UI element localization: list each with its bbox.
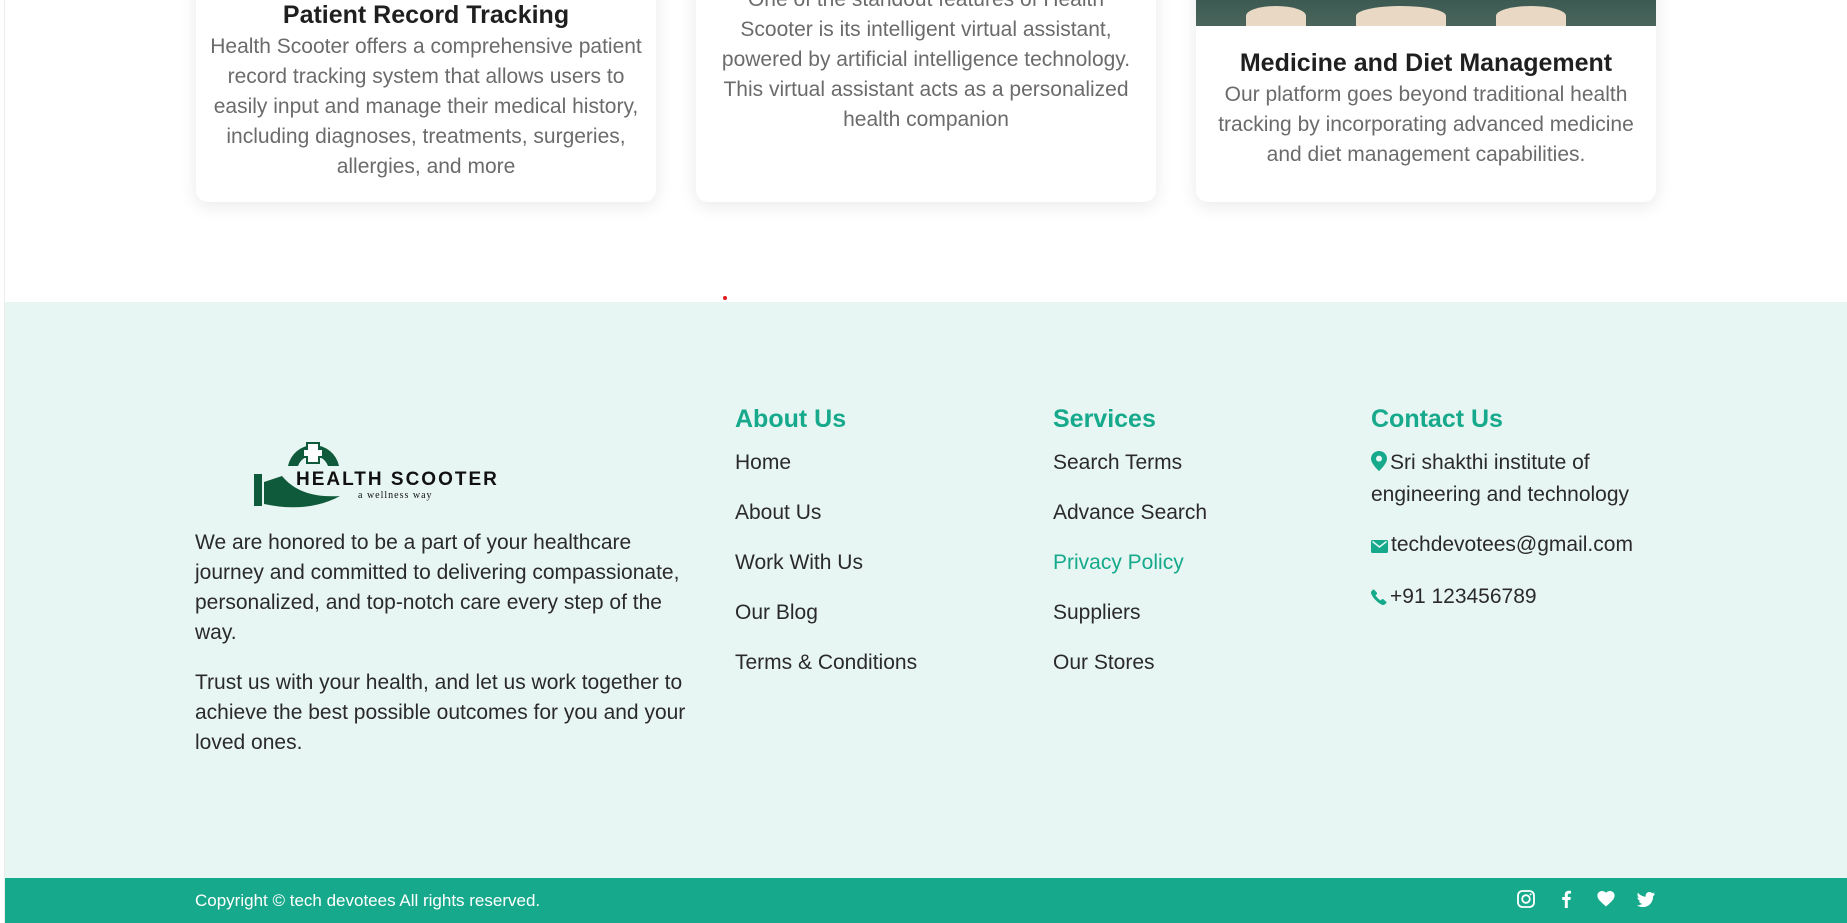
twitter-icon[interactable] (1636, 889, 1656, 909)
footer-link-home[interactable]: Home (735, 448, 917, 478)
contact-phone-text: +91 123456789 (1390, 585, 1537, 608)
feature-card-medicine-diet: Medicine and Diet Management Our platfor… (1196, 0, 1656, 202)
logo-wordmark: HEALTH SCOOTER (296, 469, 499, 490)
contact-email-text: techdevotees@gmail.com (1391, 533, 1633, 556)
footer-services-column: Services Search Terms Advance Search Pri… (1053, 402, 1207, 698)
facebook-icon[interactable] (1556, 889, 1576, 909)
mail-icon (1371, 532, 1388, 562)
contact-address-text: Sri shakthi institute of engineering and… (1371, 451, 1630, 506)
phone-icon (1370, 584, 1387, 614)
footer-link-our-blog[interactable]: Our Blog (735, 598, 917, 628)
contact-phone[interactable]: +91 123456789 (1370, 582, 1671, 614)
footer-about-us-column: About Us Home About Us Work With Us Our … (735, 402, 917, 698)
heart-icon[interactable] (1596, 889, 1616, 909)
column-title: About Us (735, 405, 847, 433)
footer: HEALTH SCOOTER a wellness way We are hon… (5, 302, 1847, 878)
card-description: Our platform goes beyond traditional hea… (1218, 83, 1634, 166)
footer-link-terms[interactable]: Terms & Conditions (735, 648, 917, 678)
card-image (1196, 0, 1656, 26)
footer-link-search-terms[interactable]: Search Terms (1053, 448, 1207, 478)
page: Patient Record Tracking Health Scooter o… (0, 0, 1847, 923)
copyright-text: Copyright © tech devotees All rights res… (195, 891, 541, 910)
card-title: Medicine and Diet Management (1239, 49, 1613, 77)
health-scooter-logo[interactable]: HEALTH SCOOTER a wellness way (248, 426, 518, 510)
footer-about-text: We are honored to be a part of your heal… (195, 528, 700, 758)
footer-link-our-stores[interactable]: Our Stores (1053, 648, 1207, 678)
red-dot (723, 296, 727, 300)
contact-address: Sri shakthi institute of engineering and… (1371, 448, 1671, 510)
logo-tagline: a wellness way (358, 490, 433, 501)
instagram-icon[interactable] (1516, 889, 1536, 909)
location-pin-icon (1371, 450, 1387, 480)
column-title: Contact Us (1371, 405, 1503, 433)
card-description: Health Scooter offers a comprehensive pa… (210, 35, 642, 178)
about-paragraph: Trust us with your health, and let us wo… (195, 671, 686, 754)
footer-link-advance-search[interactable]: Advance Search (1053, 498, 1207, 528)
footer-link-work-with-us[interactable]: Work With Us (735, 548, 917, 578)
feature-card-patient-record: Patient Record Tracking Health Scooter o… (196, 0, 656, 202)
copyright-bar: Copyright © tech devotees All rights res… (5, 878, 1847, 923)
card-description: One of the standout features of Health S… (721, 0, 1131, 131)
footer-link-suppliers[interactable]: Suppliers (1053, 598, 1207, 628)
footer-link-privacy-policy[interactable]: Privacy Policy (1053, 548, 1207, 578)
footer-contact-column: Contact Us Sri shakthi institute of engi… (1370, 402, 1671, 634)
card-title: Patient Record Tracking (282, 1, 570, 29)
about-paragraph: We are honored to be a part of your heal… (195, 531, 680, 644)
logo-graphic: HEALTH SCOOTER a wellness way (254, 442, 499, 508)
contact-email[interactable]: techdevotees@gmail.com (1371, 530, 1671, 562)
footer-link-about-us[interactable]: About Us (735, 498, 917, 528)
column-title: Services (1053, 405, 1156, 433)
social-links (1516, 889, 1656, 909)
features-section: Patient Record Tracking Health Scooter o… (5, 0, 1847, 302)
feature-card-virtual-assistant: One of the standout features of Health S… (696, 0, 1156, 202)
